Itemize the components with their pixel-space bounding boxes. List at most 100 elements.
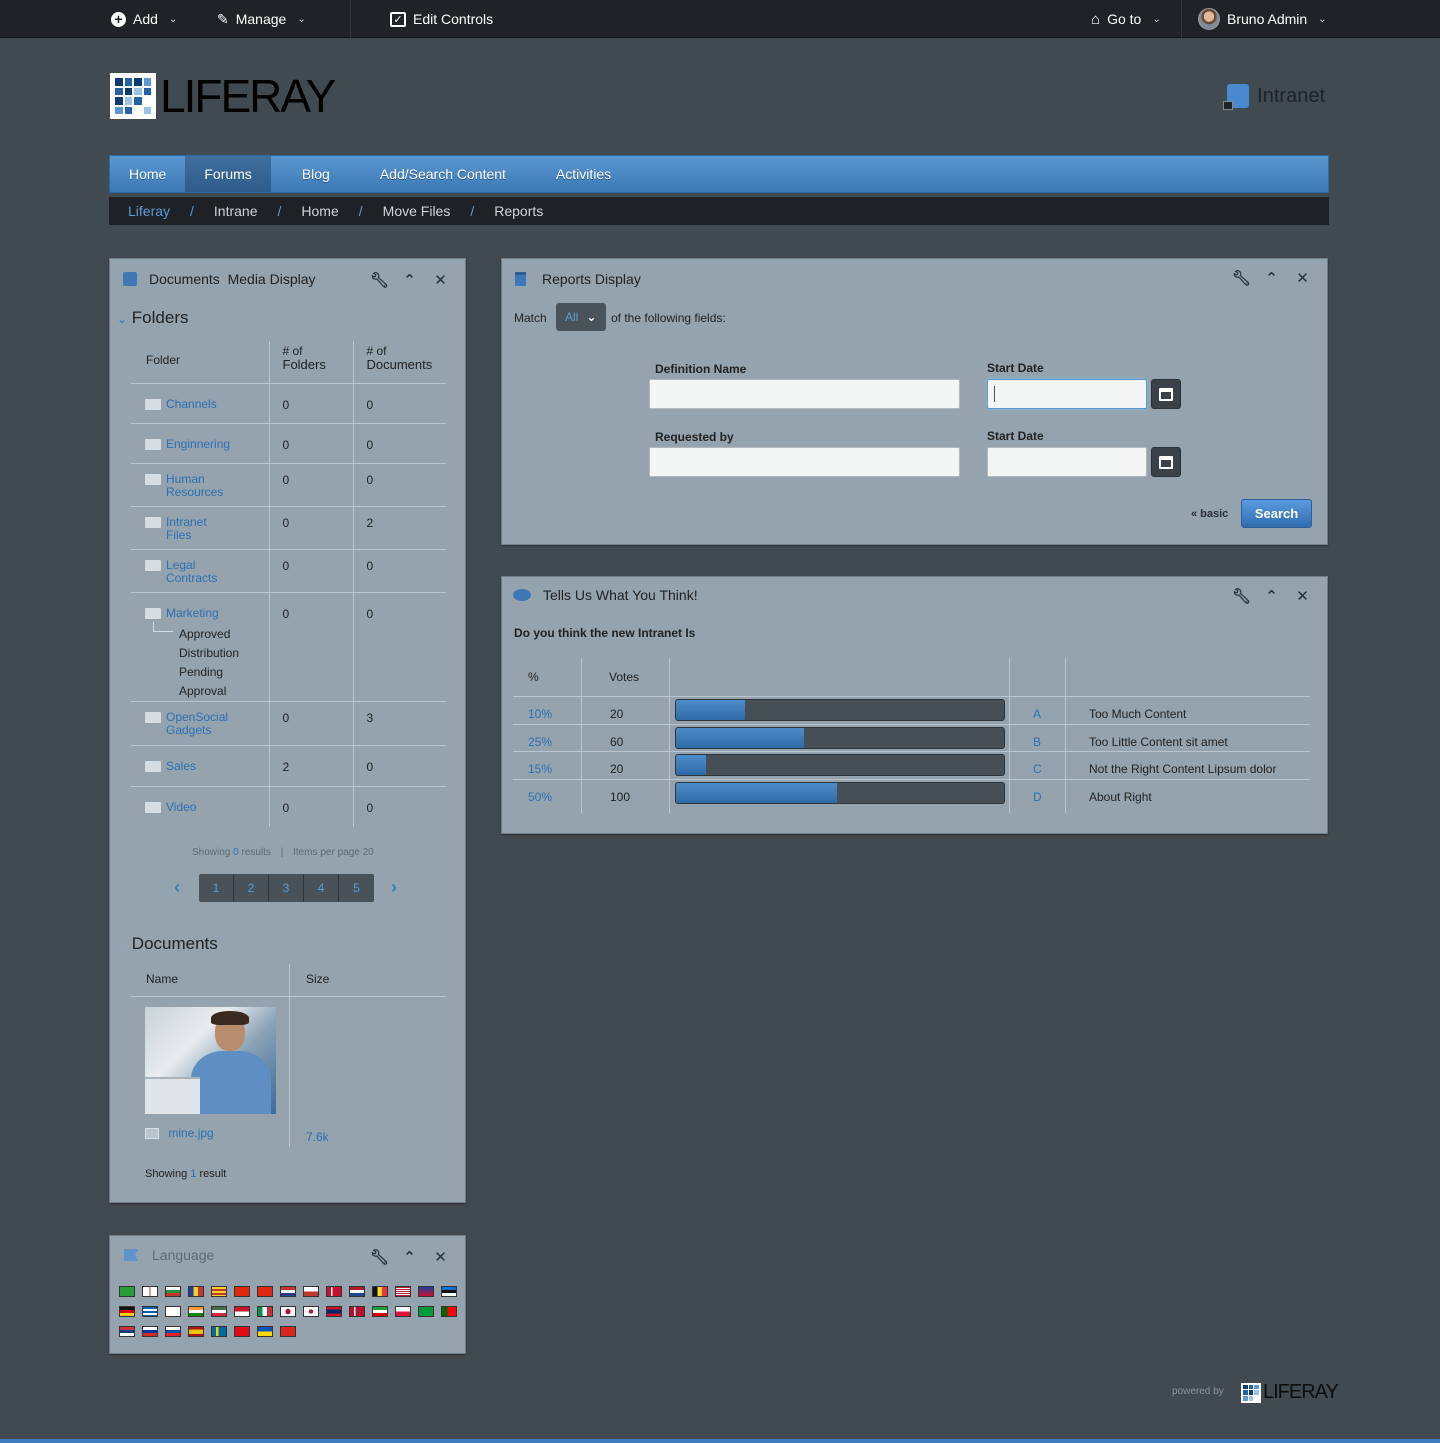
language-flag-icon[interactable] bbox=[187, 1306, 204, 1318]
page-button[interactable]: 1 bbox=[199, 874, 234, 902]
pager-next-icon[interactable]: › bbox=[391, 877, 397, 898]
language-flag-icon[interactable] bbox=[164, 1286, 181, 1298]
language-flag-icon[interactable] bbox=[118, 1326, 135, 1338]
footer-logo[interactable]: LIFERAY bbox=[1241, 1381, 1339, 1404]
breadcrumb-item[interactable]: Liferay bbox=[128, 203, 170, 219]
subfolder-item[interactable]: Approval bbox=[179, 682, 269, 701]
language-flag-icon[interactable] bbox=[394, 1306, 411, 1318]
page-button[interactable]: 3 bbox=[269, 874, 304, 902]
add-menu[interactable]: + Add ⌄ bbox=[111, 0, 177, 38]
language-flag-icon[interactable] bbox=[187, 1286, 204, 1298]
folder-name[interactable]: Human Resources bbox=[166, 472, 223, 499]
nav-item-forums[interactable]: Forums bbox=[185, 156, 271, 192]
language-flag-icon[interactable] bbox=[371, 1286, 388, 1298]
folders-heading[interactable]: ⌄ Folders bbox=[117, 308, 188, 328]
match-select[interactable]: All ⌄ bbox=[556, 303, 606, 331]
user-menu[interactable]: Bruno Admin ⌄ bbox=[1198, 0, 1327, 38]
nav-item-blog[interactable]: Blog bbox=[283, 156, 349, 192]
close-icon[interactable]: ✕ bbox=[432, 1248, 449, 1266]
language-flag-icon[interactable] bbox=[302, 1286, 319, 1298]
language-flag-icon[interactable] bbox=[440, 1306, 457, 1318]
folder-name-cell[interactable]: Intranet Files bbox=[131, 505, 269, 549]
start-date2-field[interactable] bbox=[987, 447, 1147, 477]
folder-name[interactable]: Legal Contracts bbox=[166, 558, 217, 585]
folder-name-cell[interactable]: Sales bbox=[131, 744, 269, 786]
collapse-icon[interactable]: ⌃ bbox=[401, 271, 418, 289]
language-flag-icon[interactable] bbox=[348, 1306, 365, 1318]
calendar-button[interactable] bbox=[1151, 447, 1181, 477]
breadcrumb-item[interactable]: Intrane bbox=[214, 203, 258, 219]
folder-name[interactable]: Video bbox=[166, 800, 196, 814]
page-button[interactable]: 2 bbox=[234, 874, 269, 902]
wrench-icon[interactable]: 🔧︎ bbox=[370, 271, 389, 289]
definition-name-field[interactable] bbox=[649, 379, 960, 409]
search-button[interactable]: Search bbox=[1241, 499, 1312, 528]
site-logo[interactable]: LIFERAY bbox=[110, 73, 336, 119]
close-icon[interactable]: ✕ bbox=[1294, 269, 1311, 287]
calendar-button[interactable] bbox=[1151, 379, 1181, 409]
folder-name-cell[interactable]: Video bbox=[131, 785, 269, 827]
language-flag-icon[interactable] bbox=[371, 1306, 388, 1318]
start-date-field[interactable] bbox=[987, 379, 1147, 409]
breadcrumb-item[interactable]: Move Files bbox=[383, 203, 451, 219]
basic-link[interactable]: « basic bbox=[1191, 508, 1228, 520]
language-flag-icon[interactable] bbox=[348, 1286, 365, 1298]
language-flag-icon[interactable] bbox=[233, 1326, 250, 1338]
goto-menu[interactable]: ⌂ Go to ⌄ bbox=[1091, 0, 1161, 38]
edit-controls-toggle[interactable]: ✓ Edit Controls bbox=[390, 0, 493, 38]
language-flag-icon[interactable] bbox=[233, 1286, 250, 1298]
language-flag-icon[interactable] bbox=[210, 1326, 227, 1338]
collapse-icon[interactable]: ⌃ bbox=[1263, 269, 1280, 287]
nav-item-add-search-content[interactable]: Add/Search Content bbox=[361, 156, 525, 192]
documents-heading[interactable]: ⌄ Documents bbox=[117, 934, 218, 954]
nav-item-activities[interactable]: Activities bbox=[537, 156, 630, 192]
language-flag-icon[interactable] bbox=[210, 1306, 227, 1318]
collapse-icon[interactable]: ⌃ bbox=[401, 1248, 418, 1266]
language-flag-icon[interactable] bbox=[440, 1286, 457, 1298]
language-flag-icon[interactable] bbox=[210, 1286, 227, 1298]
folder-name[interactable]: Channels bbox=[166, 397, 217, 411]
language-flag-icon[interactable] bbox=[417, 1306, 434, 1318]
folder-name-cell[interactable]: Marketing Approved Distribution Pending Appr… bbox=[131, 591, 269, 701]
wrench-icon[interactable]: 🔧︎ bbox=[370, 1248, 389, 1266]
language-flag-icon[interactable] bbox=[394, 1286, 411, 1298]
folder-name[interactable]: Marketing bbox=[166, 606, 219, 620]
folder-name[interactable]: Enginnering bbox=[166, 437, 230, 451]
language-flag-icon[interactable] bbox=[233, 1306, 250, 1318]
document-thumbnail[interactable] bbox=[145, 1007, 276, 1114]
folder-name-cell[interactable]: Legal Contracts bbox=[131, 548, 269, 592]
language-flag-icon[interactable] bbox=[325, 1306, 342, 1318]
subfolder-item[interactable]: Distribution bbox=[179, 644, 269, 663]
language-flag-icon[interactable] bbox=[164, 1306, 181, 1318]
document-name-row[interactable]: mine.jpg bbox=[145, 1126, 214, 1140]
language-flag-icon[interactable] bbox=[279, 1286, 296, 1298]
folder-name[interactable]: Sales bbox=[166, 759, 196, 773]
language-flag-icon[interactable] bbox=[256, 1306, 273, 1318]
language-flag-icon[interactable] bbox=[256, 1326, 273, 1338]
language-flag-icon[interactable] bbox=[141, 1306, 158, 1318]
folder-name[interactable]: OpenSocial Gadgets bbox=[166, 710, 228, 737]
language-flag-icon[interactable] bbox=[164, 1326, 181, 1338]
page-button[interactable]: 4 bbox=[304, 874, 339, 902]
language-flag-icon[interactable] bbox=[325, 1286, 342, 1298]
collapse-icon[interactable]: ⌃ bbox=[1263, 587, 1280, 605]
folder-name-cell[interactable]: Channels bbox=[131, 382, 269, 423]
page-button[interactable]: 5 bbox=[339, 874, 374, 902]
subfolder-item[interactable]: Approved bbox=[179, 625, 269, 644]
folder-name-cell[interactable]: OpenSocial Gadgets bbox=[131, 700, 269, 745]
nav-item-home[interactable]: Home bbox=[110, 156, 185, 192]
language-flag-icon[interactable] bbox=[118, 1306, 135, 1318]
language-flag-icon[interactable] bbox=[279, 1326, 296, 1338]
subfolder-item[interactable]: Pending bbox=[179, 663, 269, 682]
language-flag-icon[interactable] bbox=[118, 1286, 135, 1298]
language-flag-icon[interactable] bbox=[279, 1306, 296, 1318]
close-icon[interactable]: ✕ bbox=[1294, 587, 1311, 605]
folder-name-cell[interactable]: Human Resources bbox=[131, 462, 269, 506]
breadcrumb-item[interactable]: Reports bbox=[494, 203, 543, 219]
language-flag-icon[interactable] bbox=[141, 1326, 158, 1338]
pager-prev-icon[interactable]: ‹ bbox=[174, 877, 180, 898]
close-icon[interactable]: ✕ bbox=[432, 271, 449, 289]
breadcrumb-item[interactable]: Home bbox=[301, 203, 338, 219]
requested-by-field[interactable] bbox=[649, 447, 960, 477]
language-flag-icon[interactable] bbox=[417, 1286, 434, 1298]
